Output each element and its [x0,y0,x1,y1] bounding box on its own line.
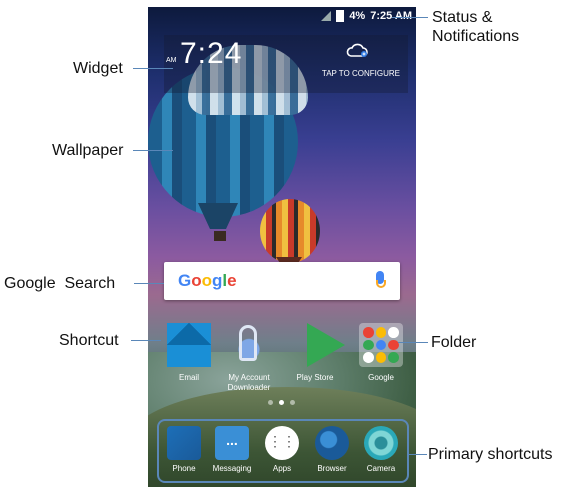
widget-clock: 7:24 [180,37,243,70]
callout-wallpaper: Wallpaper [52,142,124,159]
leader-folder [398,342,428,343]
callout-status-notifications: Status & Notifications [432,9,520,45]
status-time: 7:25 AM [370,10,412,22]
leader-widget [133,68,173,69]
dock-label: Browser [317,464,347,473]
leader-wallpaper [133,150,173,151]
apps-grid-icon [265,426,299,460]
leader-primary-shortcuts [409,454,427,455]
page-indicator [268,400,295,405]
dock-phone[interactable]: Phone [160,426,208,473]
callout-shortcut: Shortcut [59,332,119,349]
email-icon [167,323,211,367]
messaging-icon [215,426,249,460]
google-logo: Google [178,271,237,290]
app-shortcut-play-store[interactable]: Play Store [282,323,348,383]
home-screen: 4% 7:25 AM AM 7:24 TAP TO CONFIGURE Goog… [148,7,416,487]
wallpaper-balloon-large-neck [198,203,238,229]
dock-label: Apps [272,464,292,473]
page-dot [268,400,273,405]
page-dot [290,400,295,405]
wallpaper-balloon-basket [214,231,226,241]
app-shortcut-email[interactable]: Email [156,323,222,383]
wallpaper-balloon-small [260,199,320,263]
dock-label: Phone [172,464,196,473]
app-label: Email [178,373,199,382]
leader-shortcut [131,340,161,341]
microphone-stand-icon [376,280,386,288]
app-label: My Account Downloader [227,373,271,392]
dock-label: Camera [366,464,396,473]
widget-ampm: AM [166,57,177,64]
dock-messaging[interactable]: Messaging [208,426,256,473]
cloud-icon [346,43,368,57]
leader-status [392,17,428,18]
folder-google[interactable]: Google [348,323,414,383]
app-label: Play Store [296,373,334,382]
phone-icon [167,426,201,460]
camera-icon [364,426,398,460]
dock-browser[interactable]: Browser [308,426,356,473]
callout-primary-shortcuts: Primary shortcuts [428,446,553,463]
dock-label: Messaging [212,464,252,473]
clock-widget[interactable]: AM 7:24 TAP TO CONFIGURE [164,35,408,93]
battery-icon [336,10,345,22]
page-dot-active [279,400,284,405]
folder-icon [359,323,403,367]
dock-apps[interactable]: Apps [258,426,306,473]
callout-google-search: Google Search [4,275,116,292]
play-store-icon [307,323,345,367]
leader-google-search [134,283,164,284]
battery-level: 4% [349,10,366,22]
browser-globe-icon [315,426,349,460]
status-bar[interactable]: 4% 7:25 AM [321,10,412,22]
account-downloader-icon [227,323,271,367]
callout-folder: Folder [431,334,477,351]
folder-label: Google [368,373,394,382]
callout-widget: Widget [73,60,123,77]
google-search-bar[interactable]: Google [164,262,400,300]
widget-configure-label[interactable]: TAP TO CONFIGURE [322,69,400,78]
dock-camera[interactable]: Camera [357,426,405,473]
signal-icon [321,11,332,21]
app-shortcut-my-account-downloader[interactable]: My Account Downloader [216,323,282,393]
